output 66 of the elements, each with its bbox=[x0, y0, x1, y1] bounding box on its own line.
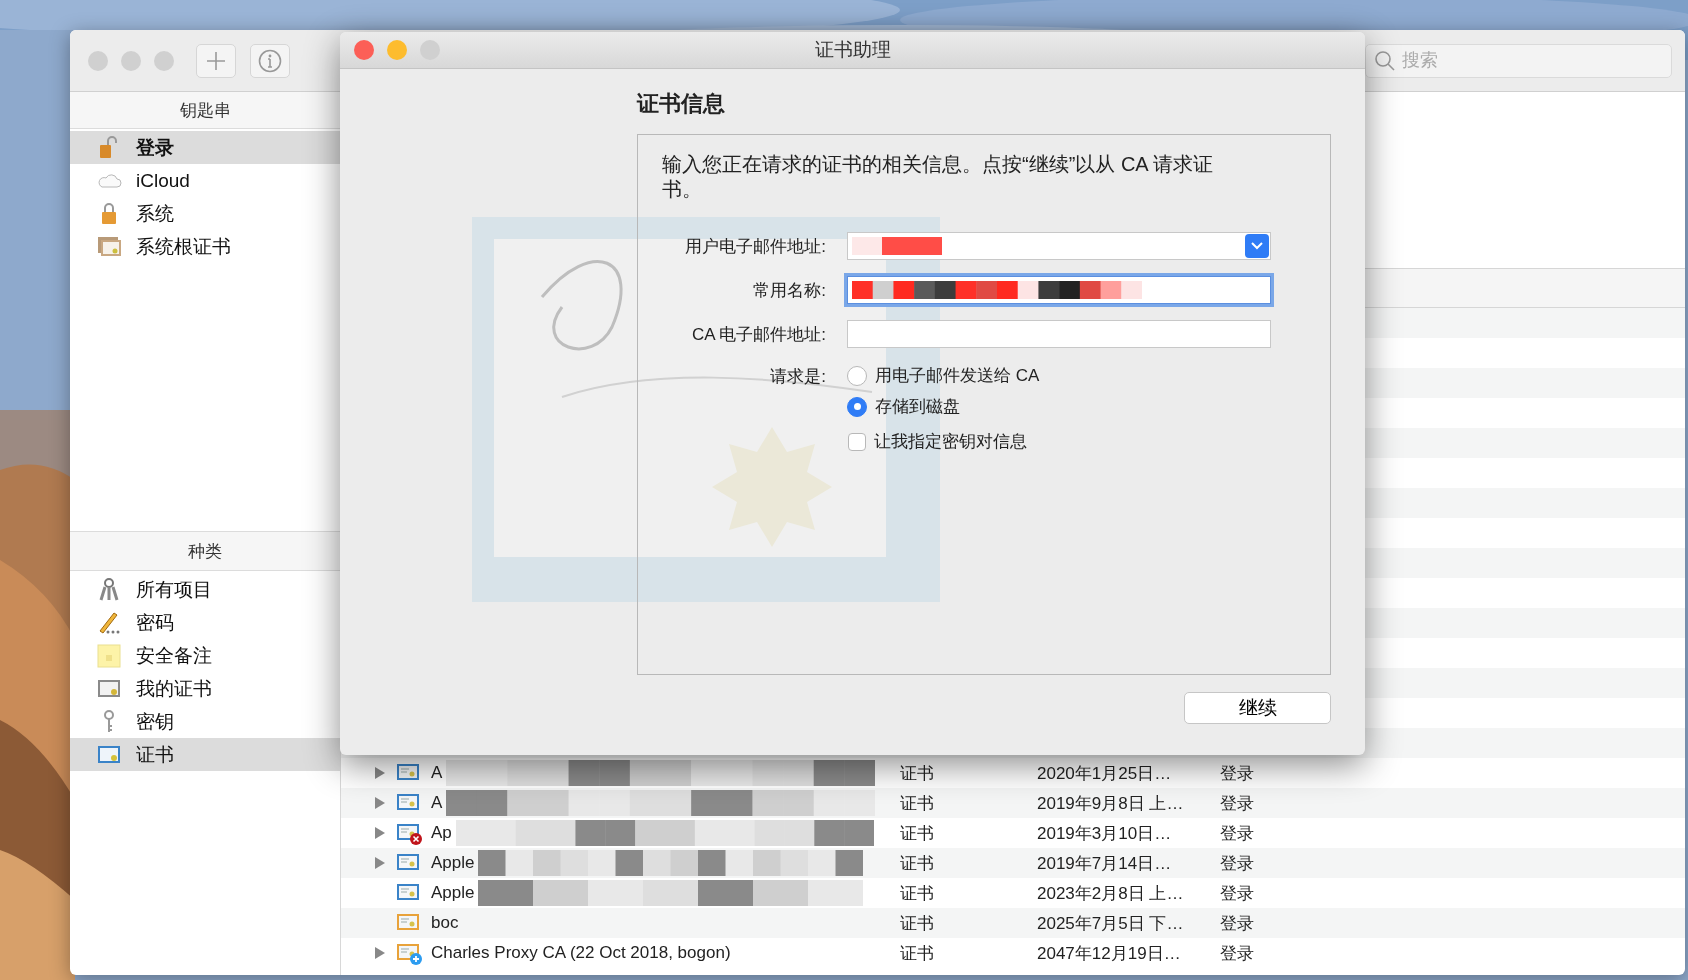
section-header: 种类 bbox=[70, 531, 340, 571]
continue-button[interactable]: 继续 bbox=[1184, 692, 1331, 724]
section-header: 钥匙串 bbox=[70, 92, 340, 129]
sidebar-item[interactable]: iCloud bbox=[70, 164, 340, 197]
section-heading: 证书信息 bbox=[637, 90, 726, 118]
option-label: 存储到磁盘 bbox=[875, 396, 960, 418]
radio-button[interactable] bbox=[847, 396, 867, 417]
sidebar-item[interactable]: 密码 bbox=[70, 606, 340, 639]
certificate-icon bbox=[396, 821, 422, 845]
item-kind: 证书 bbox=[900, 762, 935, 785]
item-kind: 证书 bbox=[900, 912, 935, 935]
item-kind: 证书 bbox=[900, 822, 935, 845]
expiry-date: 2047年12月19日… bbox=[1037, 942, 1182, 965]
item-keychain: 登录 bbox=[1220, 882, 1254, 905]
item-name: A bbox=[431, 763, 443, 783]
sidebar-item[interactable]: 登录 bbox=[70, 131, 340, 164]
expiry-date: 2023年2月8日 上… bbox=[1037, 882, 1185, 905]
disclosure-triangle[interactable] bbox=[374, 826, 386, 840]
item-name: boc bbox=[431, 913, 459, 933]
disclosure-triangle[interactable] bbox=[374, 946, 386, 960]
field-label: 用户电子邮件地址: bbox=[684, 235, 826, 258]
item-keychain: 登录 bbox=[1220, 912, 1254, 935]
item-kind: 证书 bbox=[900, 852, 935, 875]
input-field[interactable] bbox=[847, 276, 1271, 304]
item-kind: 证书 bbox=[900, 792, 935, 815]
item-name: Apple bbox=[431, 853, 475, 873]
expiry-date: 2019年7月14日… bbox=[1037, 852, 1173, 875]
option-label: 用电子邮件发送给 CA bbox=[875, 365, 1040, 387]
sidebar-item[interactable]: 证书 bbox=[70, 738, 340, 771]
item-keychain: 登录 bbox=[1220, 762, 1254, 785]
field-label: 常用名称: bbox=[752, 279, 826, 302]
expiry-date: 2025年7月5日 下… bbox=[1037, 912, 1185, 935]
item-keychain: 登录 bbox=[1220, 822, 1254, 845]
checkbox-label: 让我指定密钥对信息 bbox=[874, 431, 1027, 453]
item-kind: 证书 bbox=[900, 942, 935, 965]
item-name: Ap bbox=[431, 823, 452, 843]
expiry-date: 2019年3月10日… bbox=[1037, 822, 1173, 845]
sidebar-item[interactable]: 我的证书 bbox=[70, 672, 340, 705]
sidebar-item[interactable]: 系统根证书 bbox=[70, 230, 340, 263]
item-name: A bbox=[431, 793, 443, 813]
field-label: 请求是: bbox=[769, 366, 826, 388]
item-kind: 证书 bbox=[900, 882, 935, 905]
expiry-date: 2019年9月8日 上… bbox=[1037, 792, 1185, 815]
sidebar-item[interactable]: 密钥 bbox=[70, 705, 340, 738]
disclosure-triangle[interactable] bbox=[374, 796, 386, 810]
field-label: CA 电子邮件地址: bbox=[690, 323, 826, 346]
sidebar-item[interactable]: 安全备注 bbox=[70, 639, 340, 672]
note-icon bbox=[96, 642, 122, 669]
sidebar-item[interactable]: 系统 bbox=[70, 197, 340, 230]
item-keychain: 登录 bbox=[1220, 942, 1254, 965]
expiry-date: 2020年1月25日… bbox=[1037, 762, 1173, 785]
certificate-icon bbox=[396, 941, 422, 965]
chevron-down-icon bbox=[1251, 242, 1263, 250]
sidebar-item[interactable]: 所有项目 bbox=[70, 573, 340, 606]
disclosure-triangle[interactable] bbox=[374, 856, 386, 870]
radio-button[interactable] bbox=[847, 365, 867, 386]
item-name: Charles Proxy CA (22 Oct 2018, bogon) bbox=[431, 943, 731, 963]
item-name: Apple bbox=[431, 883, 475, 903]
item-keychain: 登录 bbox=[1220, 792, 1254, 815]
input-field[interactable] bbox=[847, 320, 1271, 348]
dropdown-button[interactable] bbox=[1245, 234, 1269, 258]
item-keychain: 登录 bbox=[1220, 852, 1254, 875]
checkbox[interactable] bbox=[848, 432, 866, 451]
instructions-text: 输入您正在请求的证书的相关信息。点按“继续”以从 CA 请求证书。 bbox=[662, 152, 1215, 202]
disclosure-triangle[interactable] bbox=[374, 766, 386, 780]
combo-box[interactable] bbox=[847, 232, 1271, 260]
